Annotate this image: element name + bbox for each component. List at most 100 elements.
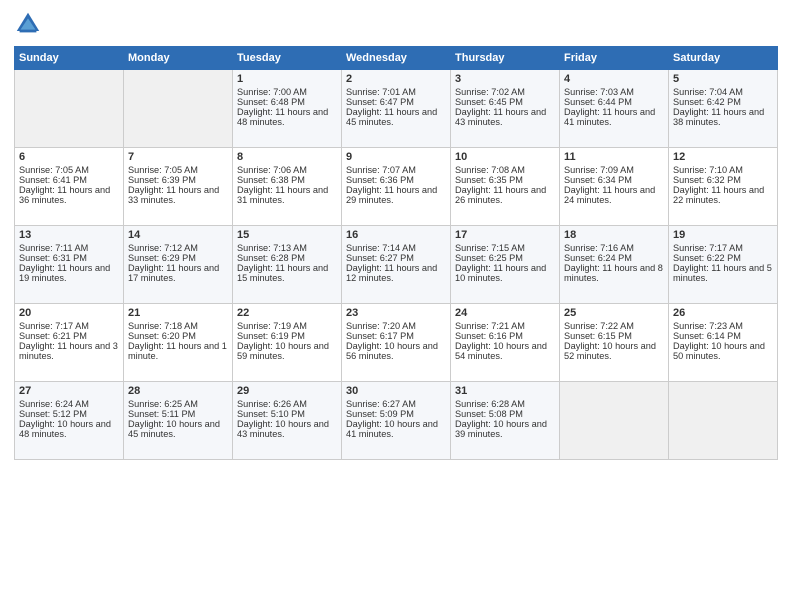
day-cell: [124, 70, 233, 148]
day-cell: 27 Sunrise: 6:24 AM Sunset: 5:12 PM Dayl…: [15, 382, 124, 460]
sunrise: Sunrise: 7:08 AM: [455, 165, 525, 175]
daylight: Daylight: 11 hours and 33 minutes.: [128, 185, 219, 205]
sunset: Sunset: 5:08 PM: [455, 409, 523, 419]
daylight: Daylight: 10 hours and 48 minutes.: [19, 419, 111, 439]
sunrise: Sunrise: 7:02 AM: [455, 87, 525, 97]
day-number: 27: [19, 385, 119, 397]
sunrise: Sunrise: 7:03 AM: [564, 87, 634, 97]
day-cell: 16 Sunrise: 7:14 AM Sunset: 6:27 PM Dayl…: [342, 226, 451, 304]
daylight: Daylight: 11 hours and 29 minutes.: [346, 185, 437, 205]
sunset: Sunset: 6:25 PM: [455, 253, 523, 263]
day-cell: 2 Sunrise: 7:01 AM Sunset: 6:47 PM Dayli…: [342, 70, 451, 148]
day-cell: 4 Sunrise: 7:03 AM Sunset: 6:44 PM Dayli…: [560, 70, 669, 148]
day-cell: 18 Sunrise: 7:16 AM Sunset: 6:24 PM Dayl…: [560, 226, 669, 304]
sunset: Sunset: 6:19 PM: [237, 331, 305, 341]
sunset: Sunset: 6:17 PM: [346, 331, 414, 341]
day-number: 29: [237, 385, 337, 397]
sunset: Sunset: 6:14 PM: [673, 331, 741, 341]
sunset: Sunset: 6:15 PM: [564, 331, 632, 341]
header-cell-sunday: Sunday: [15, 47, 124, 70]
day-number: 23: [346, 307, 446, 319]
day-number: 2: [346, 73, 446, 85]
day-cell: [669, 382, 778, 460]
sunrise: Sunrise: 7:21 AM: [455, 321, 525, 331]
sunrise: Sunrise: 7:00 AM: [237, 87, 307, 97]
sunrise: Sunrise: 6:28 AM: [455, 399, 525, 409]
day-cell: 7 Sunrise: 7:05 AM Sunset: 6:39 PM Dayli…: [124, 148, 233, 226]
day-number: 18: [564, 229, 664, 241]
day-cell: 13 Sunrise: 7:11 AM Sunset: 6:31 PM Dayl…: [15, 226, 124, 304]
logo-icon: [14, 10, 42, 38]
daylight: Daylight: 11 hours and 38 minutes.: [673, 107, 764, 127]
daylight: Daylight: 11 hours and 45 minutes.: [346, 107, 437, 127]
sunrise: Sunrise: 7:16 AM: [564, 243, 634, 253]
day-number: 3: [455, 73, 555, 85]
daylight: Daylight: 11 hours and 12 minutes.: [346, 263, 437, 283]
sunrise: Sunrise: 7:20 AM: [346, 321, 416, 331]
day-cell: 29 Sunrise: 6:26 AM Sunset: 5:10 PM Dayl…: [233, 382, 342, 460]
day-number: 12: [673, 151, 773, 163]
daylight: Daylight: 11 hours and 1 minute.: [128, 341, 227, 361]
sunset: Sunset: 6:21 PM: [19, 331, 87, 341]
sunset: Sunset: 6:29 PM: [128, 253, 196, 263]
sunrise: Sunrise: 6:27 AM: [346, 399, 416, 409]
daylight: Daylight: 11 hours and 36 minutes.: [19, 185, 110, 205]
sunset: Sunset: 5:09 PM: [346, 409, 414, 419]
sunrise: Sunrise: 7:19 AM: [237, 321, 307, 331]
daylight: Daylight: 10 hours and 39 minutes.: [455, 419, 547, 439]
day-cell: 5 Sunrise: 7:04 AM Sunset: 6:42 PM Dayli…: [669, 70, 778, 148]
sunrise: Sunrise: 7:11 AM: [19, 243, 88, 253]
day-cell: 25 Sunrise: 7:22 AM Sunset: 6:15 PM Dayl…: [560, 304, 669, 382]
day-cell: 21 Sunrise: 7:18 AM Sunset: 6:20 PM Dayl…: [124, 304, 233, 382]
header-row: SundayMondayTuesdayWednesdayThursdayFrid…: [15, 47, 778, 70]
sunrise: Sunrise: 7:13 AM: [237, 243, 307, 253]
sunset: Sunset: 5:10 PM: [237, 409, 305, 419]
sunset: Sunset: 6:34 PM: [564, 175, 632, 185]
day-cell: 19 Sunrise: 7:17 AM Sunset: 6:22 PM Dayl…: [669, 226, 778, 304]
day-number: 14: [128, 229, 228, 241]
day-cell: 6 Sunrise: 7:05 AM Sunset: 6:41 PM Dayli…: [15, 148, 124, 226]
sunset: Sunset: 6:41 PM: [19, 175, 87, 185]
day-cell: 23 Sunrise: 7:20 AM Sunset: 6:17 PM Dayl…: [342, 304, 451, 382]
sunset: Sunset: 6:20 PM: [128, 331, 196, 341]
day-number: 6: [19, 151, 119, 163]
day-number: 4: [564, 73, 664, 85]
week-row-5: 27 Sunrise: 6:24 AM Sunset: 5:12 PM Dayl…: [15, 382, 778, 460]
sunrise: Sunrise: 7:05 AM: [19, 165, 89, 175]
header-cell-saturday: Saturday: [669, 47, 778, 70]
day-number: 5: [673, 73, 773, 85]
sunrise: Sunrise: 7:04 AM: [673, 87, 743, 97]
sunrise: Sunrise: 6:24 AM: [19, 399, 89, 409]
daylight: Daylight: 10 hours and 41 minutes.: [346, 419, 438, 439]
daylight: Daylight: 10 hours and 50 minutes.: [673, 341, 765, 361]
sunset: Sunset: 6:48 PM: [237, 97, 305, 107]
sunrise: Sunrise: 7:15 AM: [455, 243, 525, 253]
day-number: 9: [346, 151, 446, 163]
day-number: 24: [455, 307, 555, 319]
day-cell: 9 Sunrise: 7:07 AM Sunset: 6:36 PM Dayli…: [342, 148, 451, 226]
sunset: Sunset: 6:42 PM: [673, 97, 741, 107]
sunset: Sunset: 6:31 PM: [19, 253, 87, 263]
sunrise: Sunrise: 7:06 AM: [237, 165, 307, 175]
day-number: 28: [128, 385, 228, 397]
header: [14, 10, 778, 38]
day-number: 26: [673, 307, 773, 319]
day-number: 10: [455, 151, 555, 163]
day-number: 19: [673, 229, 773, 241]
sunset: Sunset: 6:38 PM: [237, 175, 305, 185]
day-number: 21: [128, 307, 228, 319]
daylight: Daylight: 11 hours and 3 minutes.: [19, 341, 118, 361]
day-cell: 1 Sunrise: 7:00 AM Sunset: 6:48 PM Dayli…: [233, 70, 342, 148]
header-cell-monday: Monday: [124, 47, 233, 70]
daylight: Daylight: 10 hours and 56 minutes.: [346, 341, 438, 361]
sunset: Sunset: 6:24 PM: [564, 253, 632, 263]
sunset: Sunset: 6:39 PM: [128, 175, 196, 185]
sunset: Sunset: 5:11 PM: [128, 409, 195, 419]
sunset: Sunset: 6:28 PM: [237, 253, 305, 263]
day-cell: 26 Sunrise: 7:23 AM Sunset: 6:14 PM Dayl…: [669, 304, 778, 382]
day-cell: 14 Sunrise: 7:12 AM Sunset: 6:29 PM Dayl…: [124, 226, 233, 304]
day-cell: 15 Sunrise: 7:13 AM Sunset: 6:28 PM Dayl…: [233, 226, 342, 304]
day-cell: 10 Sunrise: 7:08 AM Sunset: 6:35 PM Dayl…: [451, 148, 560, 226]
day-cell: 3 Sunrise: 7:02 AM Sunset: 6:45 PM Dayli…: [451, 70, 560, 148]
daylight: Daylight: 11 hours and 31 minutes.: [237, 185, 328, 205]
